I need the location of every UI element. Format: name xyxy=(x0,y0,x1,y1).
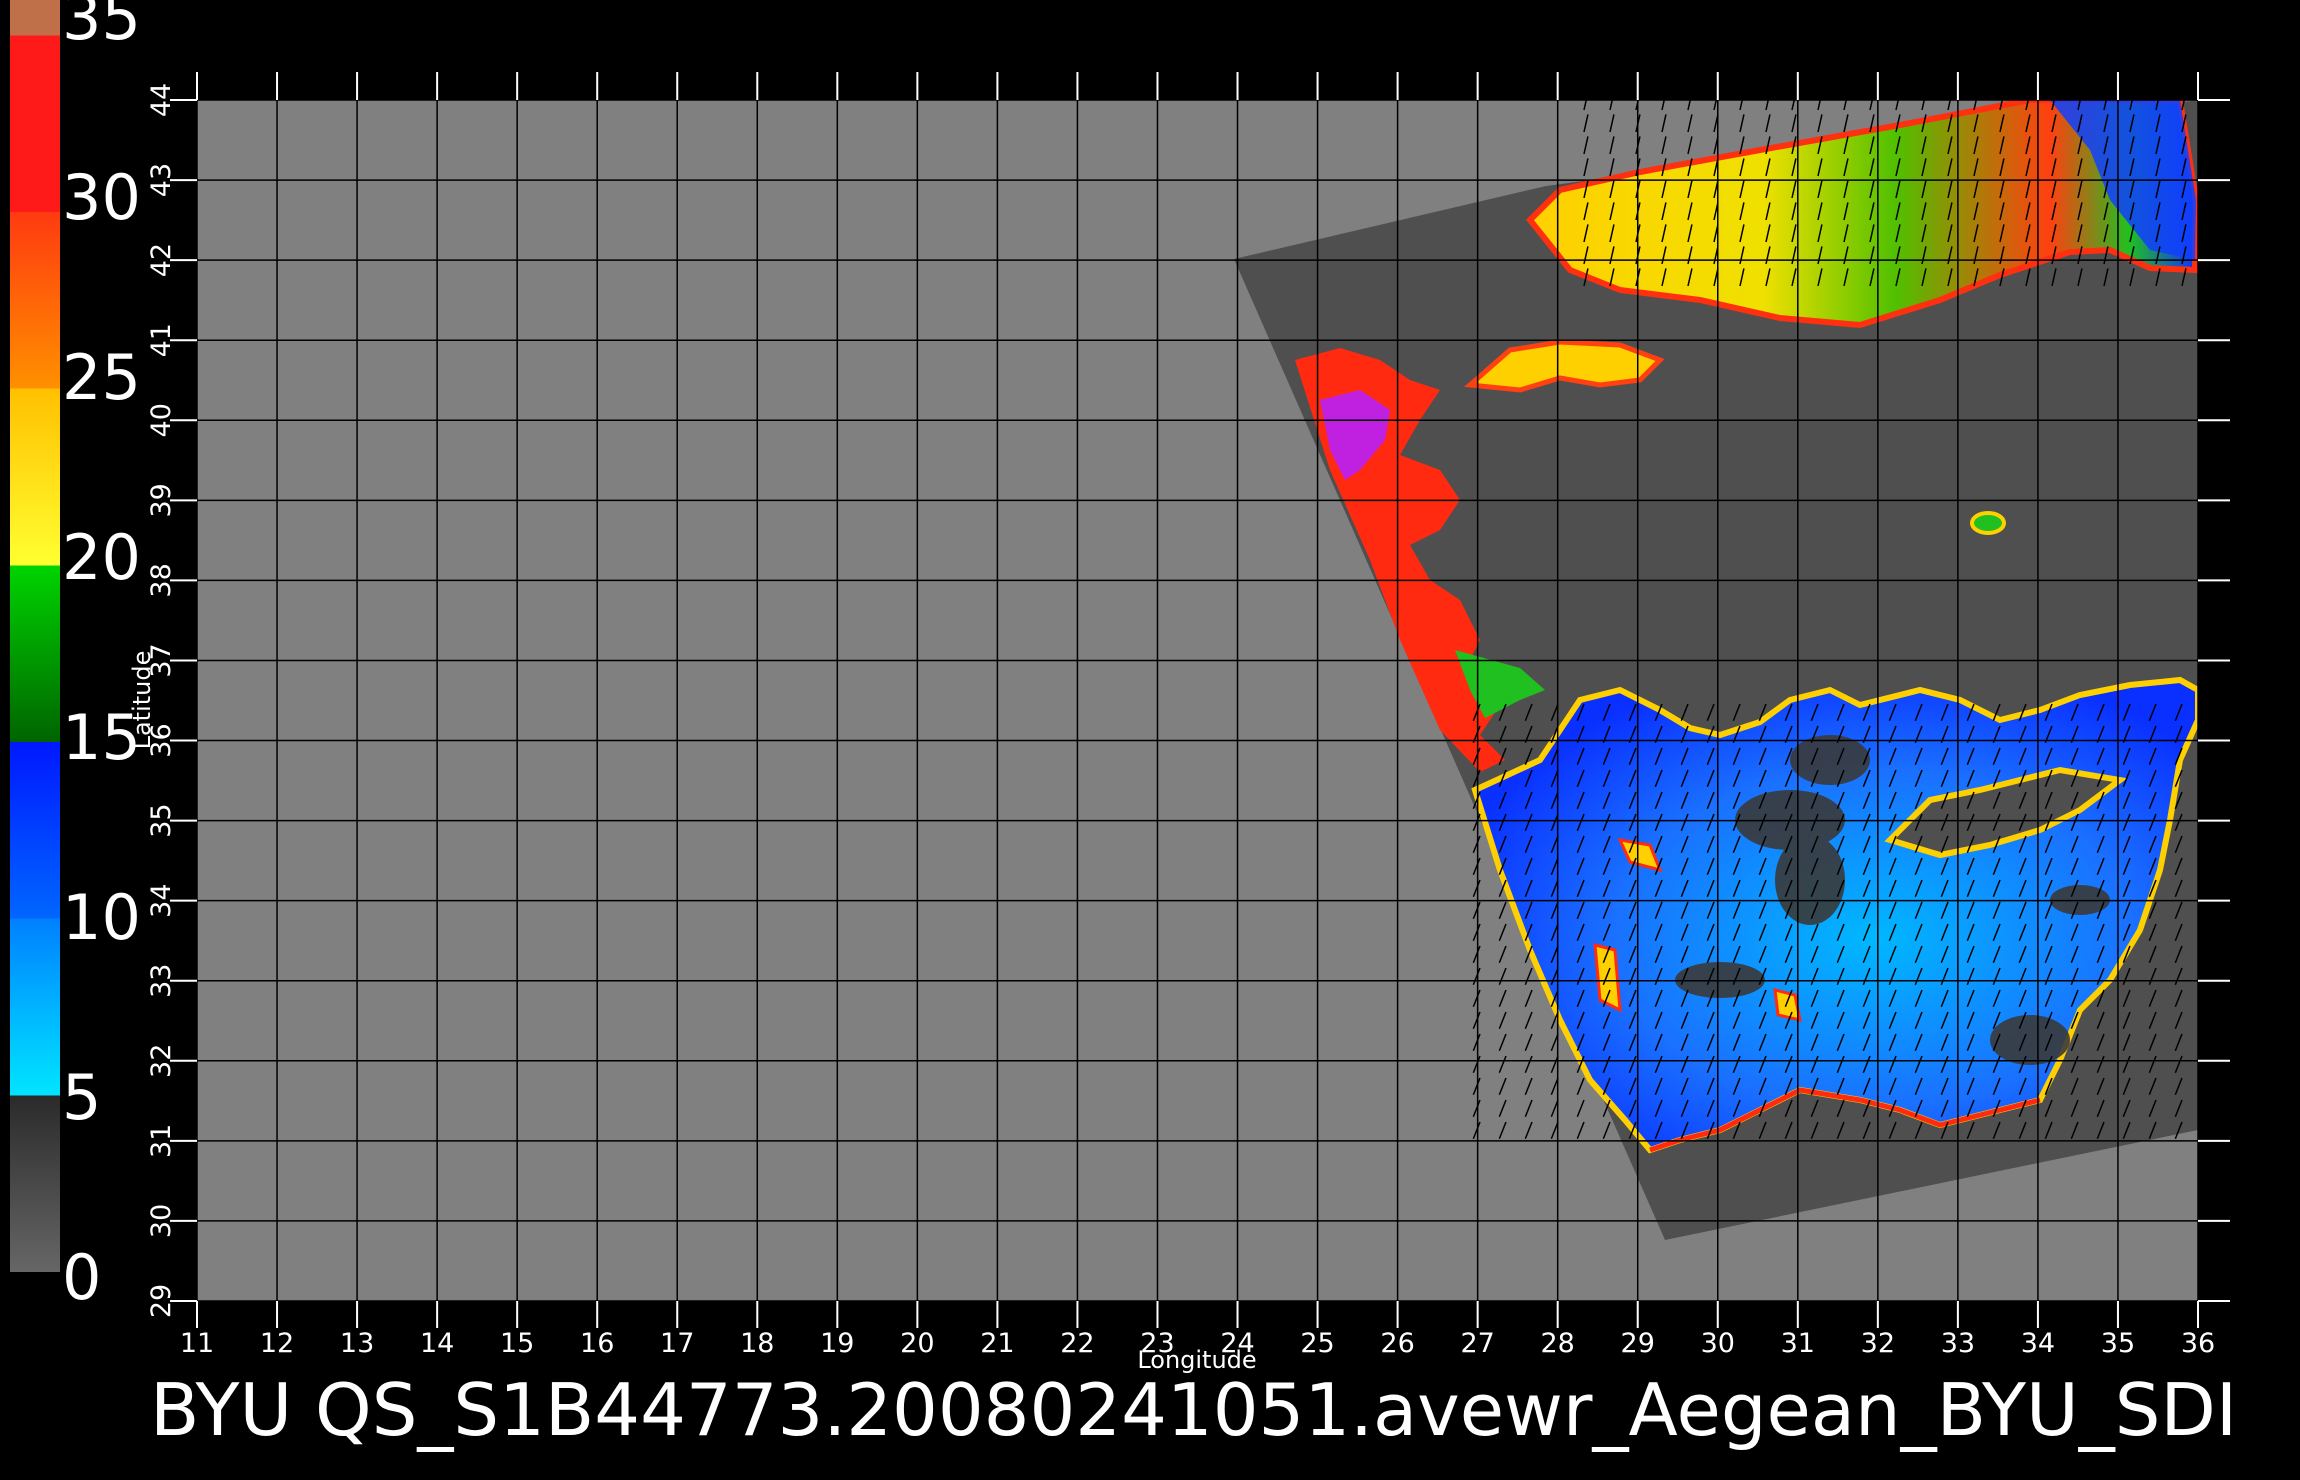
lat-tick-label: 33 xyxy=(146,964,177,998)
lon-tick-label: 20 xyxy=(900,1328,934,1359)
colorbar-label: 25 xyxy=(62,341,141,414)
colorbar-label: 35 xyxy=(62,0,141,54)
lat-tick-label: 38 xyxy=(146,563,177,597)
lon-tick-label: 32 xyxy=(1861,1328,1895,1359)
lat-tick-label: 30 xyxy=(146,1204,177,1238)
y-axis-title: Latitude xyxy=(128,651,156,750)
lat-tick-label: 40 xyxy=(146,403,177,437)
lat-tick-label: 43 xyxy=(146,163,177,197)
island-small-2 xyxy=(1773,988,1802,1022)
lat-tick-label: 35 xyxy=(146,803,177,837)
lon-tick-label: 19 xyxy=(820,1328,854,1359)
lat-tick-label: 34 xyxy=(146,883,177,917)
map-plot: 11 12 13 14 15 16 17 18 19 20 21 22 23 24 25 26 27 28 29 30… xyxy=(128,72,2230,1374)
lon-tick-label: 21 xyxy=(980,1328,1014,1359)
colorbar-label: 5 xyxy=(62,1061,101,1134)
lon-tick-label: 12 xyxy=(260,1328,294,1359)
lake-inland xyxy=(1970,511,2006,535)
lon-tick-label: 17 xyxy=(660,1328,694,1359)
map-figure: 35 30 25 20 15 10 5 0 11 12 13 14 15 16 17 18 1… xyxy=(10,0,2237,1452)
lon-tick-label: 15 xyxy=(500,1328,534,1359)
lon-tick-label: 13 xyxy=(340,1328,374,1359)
colorbar-strip xyxy=(10,0,60,1272)
lon-tick-label: 27 xyxy=(1460,1328,1494,1359)
lon-tick-label: 25 xyxy=(1300,1328,1334,1359)
footer-title: BYU QS_S1B44773.20080241051.avewr_Aegean… xyxy=(150,1368,2237,1452)
lat-tick-label: 31 xyxy=(146,1124,177,1158)
lat-tick-label: 39 xyxy=(146,483,177,517)
lon-tick-label: 29 xyxy=(1621,1328,1655,1359)
lon-tick-label: 14 xyxy=(420,1328,454,1359)
colorbar-label: 0 xyxy=(62,1241,101,1314)
lon-tick-label: 36 xyxy=(2181,1328,2215,1359)
lon-tick-label: 18 xyxy=(740,1328,774,1359)
lat-tick-label: 44 xyxy=(146,83,177,117)
colorbar-label: 30 xyxy=(62,161,141,234)
lon-tick-label: 22 xyxy=(1060,1328,1094,1359)
lon-tick-label: 11 xyxy=(180,1328,214,1359)
lat-tick-label: 32 xyxy=(146,1044,177,1078)
lon-tick-label: 35 xyxy=(2101,1328,2135,1359)
lon-tick-label: 16 xyxy=(580,1328,614,1359)
lat-tick-label: 29 xyxy=(146,1284,177,1318)
lon-tick-label: 26 xyxy=(1380,1328,1414,1359)
lon-tick-label: 33 xyxy=(1941,1328,1975,1359)
lon-tick-label: 30 xyxy=(1701,1328,1735,1359)
island-small-1 xyxy=(1593,943,1622,1013)
colorbar-label: 10 xyxy=(62,881,141,954)
lat-tick-label: 42 xyxy=(146,243,177,277)
lon-tick-label: 28 xyxy=(1541,1328,1575,1359)
lat-tick-label: 41 xyxy=(146,323,177,357)
lon-tick-label: 34 xyxy=(2021,1328,2055,1359)
colorbar-label: 20 xyxy=(62,521,141,594)
lon-tick-label: 31 xyxy=(1781,1328,1815,1359)
colorbar: 35302520151050 xyxy=(10,0,141,1314)
